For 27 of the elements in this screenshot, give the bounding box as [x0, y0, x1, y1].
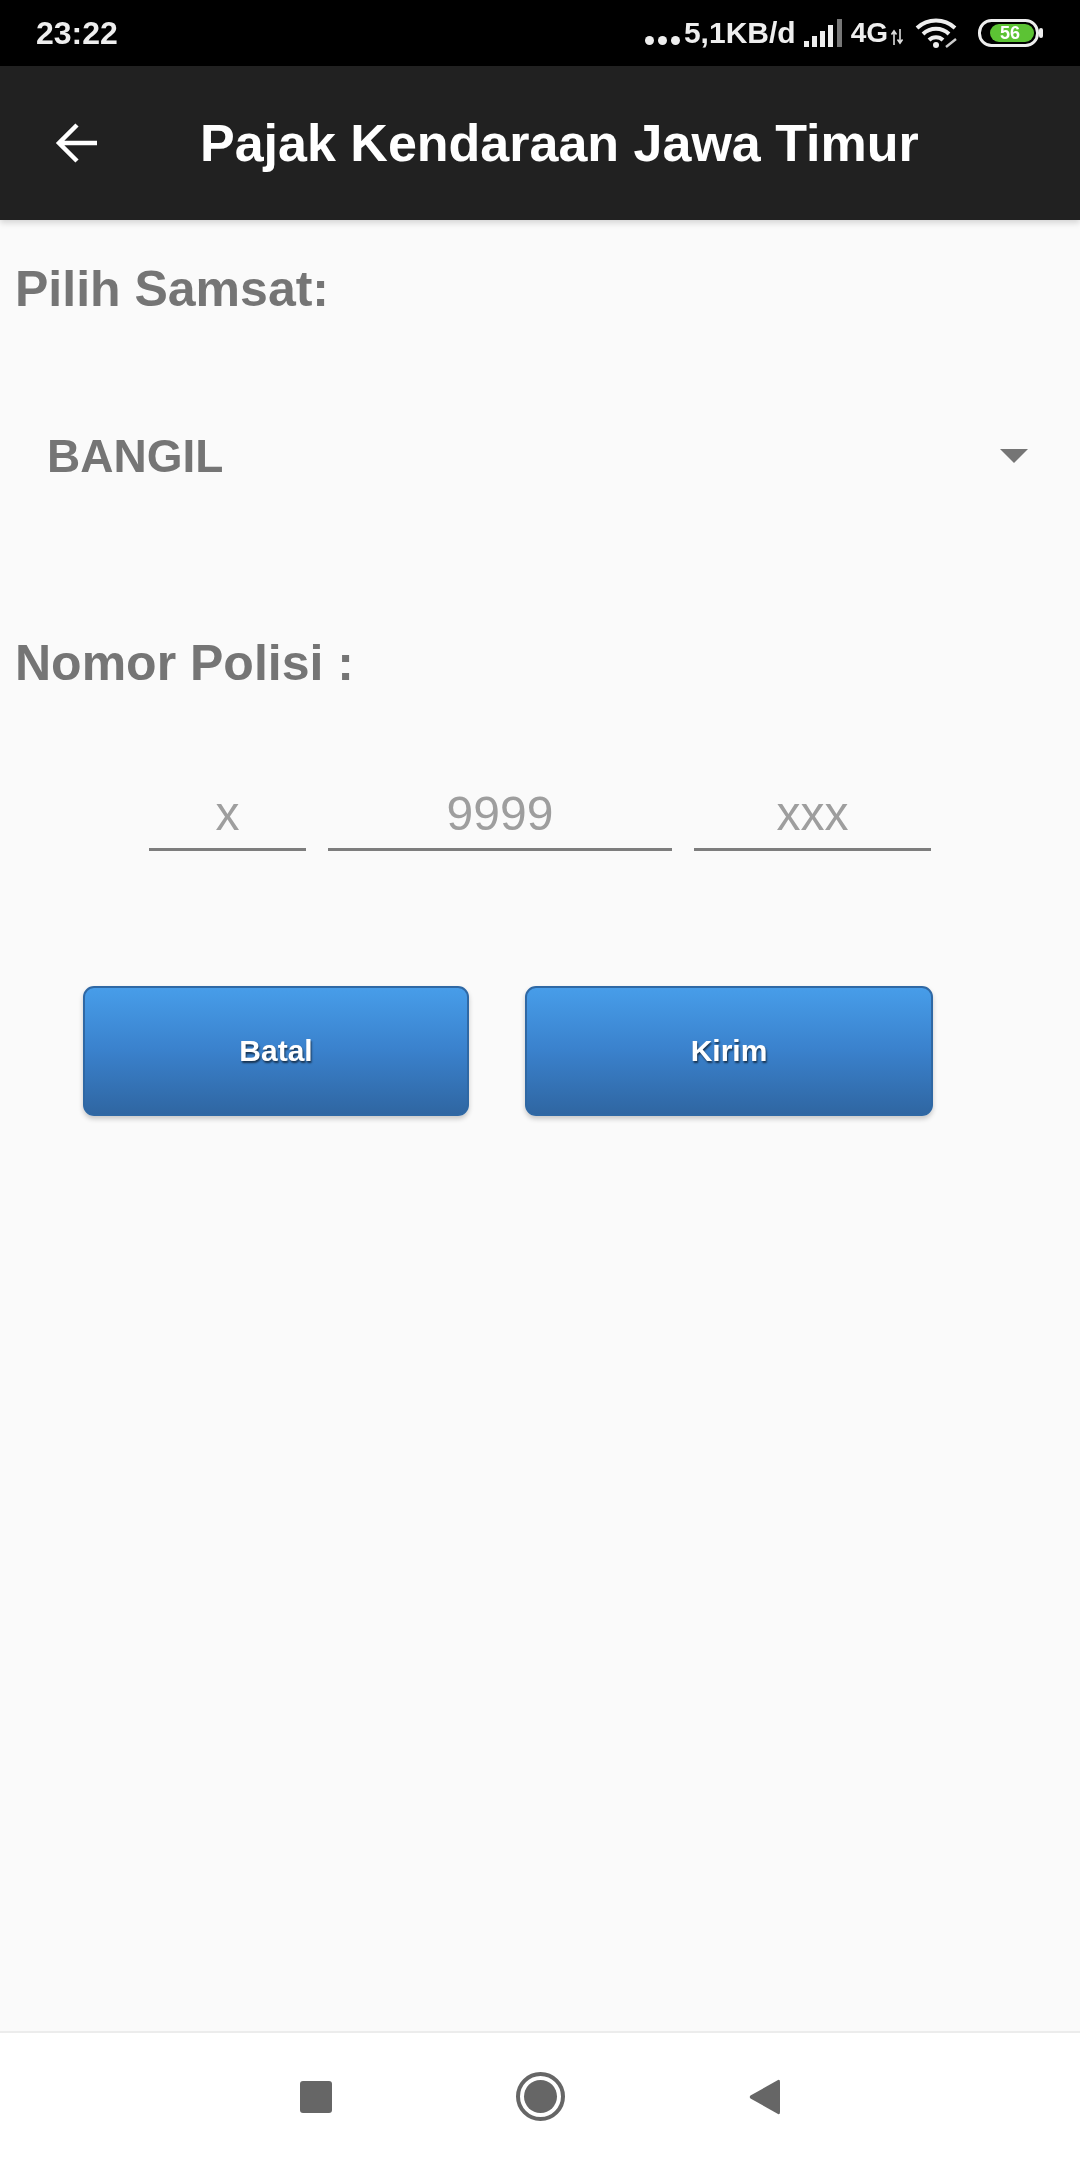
plate-number-label: Nomor Polisi : — [15, 634, 354, 692]
cancel-button[interactable]: Batal — [83, 986, 469, 1116]
samsat-label: Pilih Samsat: — [15, 260, 329, 318]
status-time: 23:22 — [36, 14, 118, 52]
back-nav-button[interactable] — [749, 2078, 780, 2115]
square-icon — [300, 2080, 332, 2113]
samsat-dropdown[interactable]: BANGIL — [15, 391, 1065, 521]
signal-icon — [803, 19, 843, 47]
caret-icon — [1000, 449, 1028, 463]
data-arrows-icon — [891, 29, 903, 45]
app-title: Pajak Kendaraan Jawa Timur — [200, 113, 919, 173]
network-type: 4G — [850, 17, 888, 49]
submit-button[interactable]: Kirim — [525, 986, 933, 1116]
back-arrow-icon — [55, 122, 99, 164]
input-field[interactable]: xxx — [694, 771, 931, 851]
battery-icon — [978, 19, 1044, 47]
battery-percent: 56 — [1000, 23, 1021, 43]
wifi-icon — [915, 18, 958, 48]
home-circle-icon — [516, 2072, 565, 2121]
input-field[interactable]: x — [149, 771, 306, 851]
home-button[interactable] — [516, 2072, 565, 2121]
recents-button[interactable] — [300, 2080, 332, 2113]
more-dots-icon — [644, 35, 680, 45]
network-speed: 5,1KB/d — [683, 16, 796, 50]
input-field[interactable]: 9999 — [328, 771, 672, 851]
back-button[interactable] — [55, 122, 99, 164]
back-triangle-icon — [749, 2078, 780, 2115]
